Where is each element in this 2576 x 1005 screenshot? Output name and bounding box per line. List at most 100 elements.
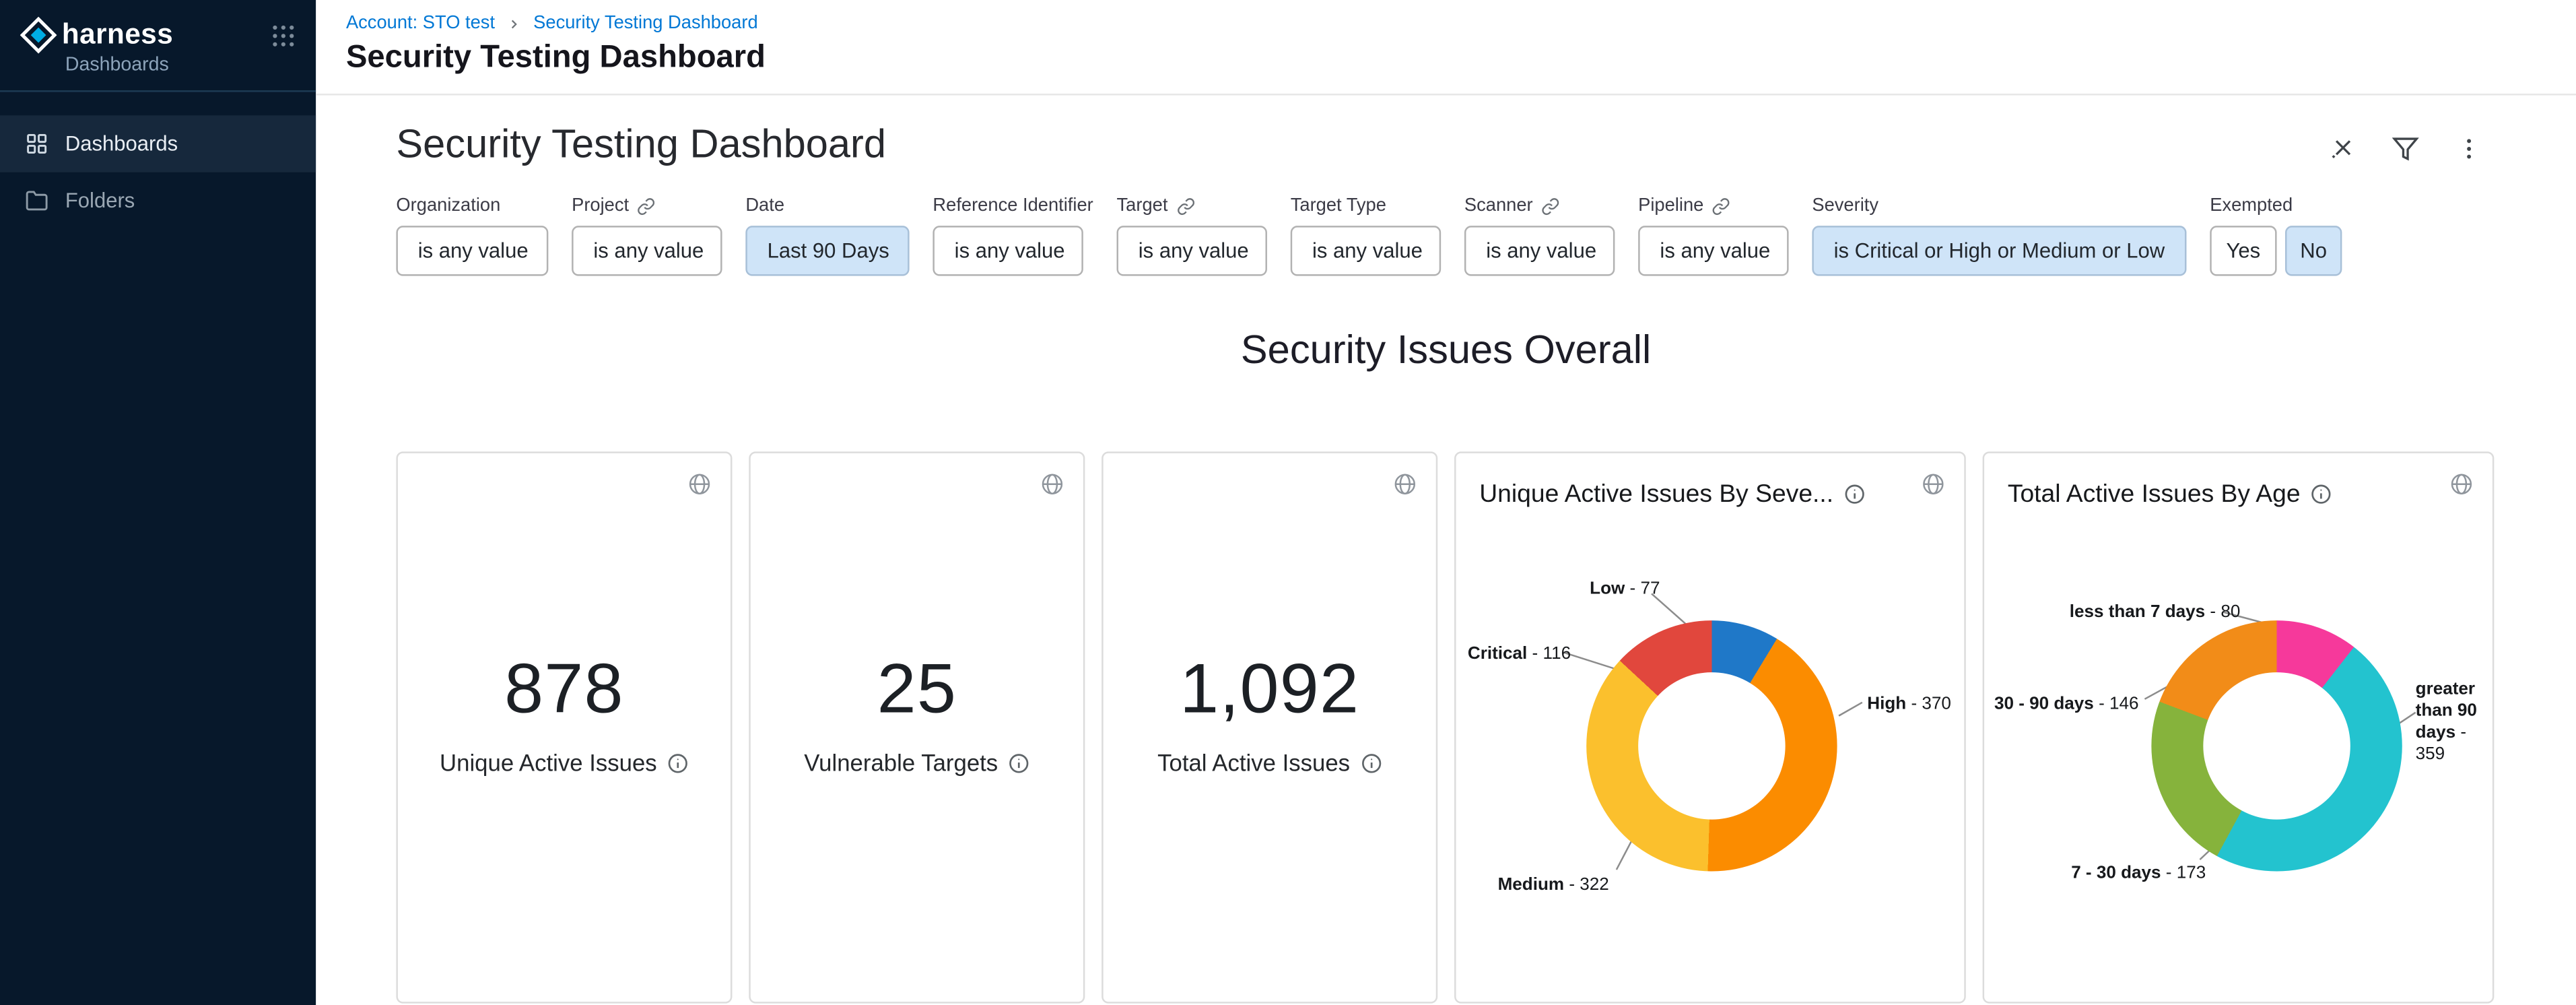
link-icon xyxy=(1176,197,1194,215)
globe-icon xyxy=(1392,472,1417,496)
product-name: Dashboards xyxy=(65,55,296,75)
sidebar-item-folders[interactable]: Folders xyxy=(0,172,316,229)
filter-label: Target xyxy=(1117,195,1267,216)
more-options-icon[interactable] xyxy=(2455,135,2482,162)
tile-value: 878 xyxy=(504,649,624,729)
severity-donut-area: Low - 77 Critical - 116 High - 370 Mediu… xyxy=(1456,512,1965,960)
chart-title: Total Active Issues By Age xyxy=(2008,480,2301,509)
page-title: Security Testing Dashboard xyxy=(346,40,2576,77)
link-icon xyxy=(638,197,656,215)
info-icon[interactable] xyxy=(667,752,689,773)
globe-icon xyxy=(687,472,712,496)
segment-label-greater-than-90: greater than 90 days - 359 xyxy=(2416,679,2496,766)
filter-reference-identifier: Reference Identifier is any value xyxy=(933,195,1093,275)
filter-organization: Organization is any value xyxy=(396,195,548,275)
age-donut-chart[interactable] xyxy=(2151,620,2402,871)
brand-name: harness xyxy=(62,18,173,52)
tile-value: 1,092 xyxy=(1180,649,1359,729)
filter-icon[interactable] xyxy=(2392,135,2419,162)
filter-pipeline: Pipeline is any value xyxy=(1638,195,1788,275)
dashboard-actions xyxy=(2329,135,2482,162)
breadcrumb-account-link[interactable]: Account: STO test xyxy=(346,13,495,34)
globe-icon xyxy=(1040,472,1064,496)
tile-title: Total Active Issues xyxy=(1157,749,1350,776)
filter-reference-identifier-value[interactable]: is any value xyxy=(933,226,1083,275)
dashboards-grid-icon xyxy=(25,132,48,156)
chevron-right-icon xyxy=(506,16,521,31)
sidebar-item-label: Folders xyxy=(65,189,135,213)
segment-label-30-90: 30 - 90 days - 146 xyxy=(1994,694,2139,715)
filter-label: Organization xyxy=(396,195,548,216)
tile-total-issues-by-age: Total Active Issues By Age less than 7 d… xyxy=(1983,451,2495,1003)
filter-project: Project is any value xyxy=(572,195,722,275)
filter-target-value[interactable]: is any value xyxy=(1117,226,1267,275)
info-icon[interactable] xyxy=(1360,752,1382,773)
segment-label-high: High - 370 xyxy=(1867,694,1951,715)
sidebar-item-label: Dashboards xyxy=(65,132,178,156)
tile-value: 25 xyxy=(877,649,957,729)
donut-hole xyxy=(2203,672,2350,819)
filter-label: Target Type xyxy=(1291,195,1441,216)
module-grid-icon[interactable] xyxy=(271,23,296,48)
tiles-row: 878 Unique Active Issues 25 Vulnerable T… xyxy=(316,375,2576,1004)
filter-label: Reference Identifier xyxy=(933,195,1093,216)
tile-title: Vulnerable Targets xyxy=(804,749,998,776)
filter-exempted-no[interactable]: No xyxy=(2285,226,2342,275)
app-window: harness Dashboards xyxy=(0,0,2576,1005)
globe-icon xyxy=(1921,472,1946,496)
breadcrumb-dashboard-link[interactable]: Security Testing Dashboard xyxy=(533,13,758,34)
segment-label-less-than-7: less than 7 days - 80 xyxy=(2070,602,2241,624)
tile-title: Unique Active Issues xyxy=(440,749,657,776)
filter-label: Scanner xyxy=(1464,195,1615,216)
filter-label: Exempted xyxy=(2210,195,2342,216)
filter-organization-value[interactable]: is any value xyxy=(396,226,548,275)
filter-project-value[interactable]: is any value xyxy=(572,226,722,275)
tile-unique-issues-by-severity: Unique Active Issues By Seve... Low - 77… xyxy=(1454,451,1966,1003)
link-icon xyxy=(1541,197,1559,215)
filter-label: Project xyxy=(572,195,722,216)
breadcrumb: Account: STO test Security Testing Dashb… xyxy=(346,13,2576,34)
dashboard-content: Security Testing Dashboard xyxy=(316,96,2576,1004)
sidebar-nav: Dashboards Folders xyxy=(0,115,316,229)
dashboard-title: Security Testing Dashboard xyxy=(396,122,886,169)
tile-total-active-issues: 1,092 Total Active Issues xyxy=(1101,451,1437,1003)
filter-label: Date xyxy=(745,195,909,216)
filter-scanner-value[interactable]: is any value xyxy=(1464,226,1615,275)
severity-donut-chart[interactable] xyxy=(1586,620,1837,871)
sidebar-item-dashboards[interactable]: Dashboards xyxy=(0,115,316,172)
donut-hole xyxy=(1638,672,1785,819)
age-donut-area: less than 7 days - 80 30 - 90 days - 146… xyxy=(1984,512,2493,960)
top-header: Account: STO test Security Testing Dashb… xyxy=(316,0,2576,96)
section-title: Security Issues Overall xyxy=(316,326,2576,375)
filter-exempted: Exempted Yes No xyxy=(2210,195,2342,275)
info-icon[interactable] xyxy=(1008,752,1029,773)
info-icon[interactable] xyxy=(1843,484,1865,505)
segment-label-low: Low - 77 xyxy=(1590,579,1660,600)
segment-label-critical: Critical - 116 xyxy=(1468,644,1571,666)
folder-icon xyxy=(25,189,48,213)
sidebar: harness Dashboards xyxy=(0,0,316,1005)
filter-scanner: Scanner is any value xyxy=(1464,195,1615,275)
close-icon[interactable] xyxy=(2329,135,2356,162)
filter-label: Severity xyxy=(1812,195,2186,216)
filter-target-type: Target Type is any value xyxy=(1291,195,1441,275)
filter-label: Pipeline xyxy=(1638,195,1788,216)
filter-pipeline-value[interactable]: is any value xyxy=(1638,226,1788,275)
sidebar-header: harness Dashboards xyxy=(0,0,316,92)
tile-unique-active-issues: 878 Unique Active Issues xyxy=(396,451,732,1003)
filter-severity-value[interactable]: is Critical or High or Medium or Low xyxy=(1812,226,2186,275)
info-icon[interactable] xyxy=(2310,484,2332,505)
main-area: Account: STO test Security Testing Dashb… xyxy=(316,0,2576,1005)
globe-icon xyxy=(2449,472,2474,496)
filter-date-value[interactable]: Last 90 Days xyxy=(745,226,909,275)
filter-target-type-value[interactable]: is any value xyxy=(1291,226,1441,275)
filter-severity: Severity is Critical or High or Medium o… xyxy=(1812,195,2186,275)
filter-target: Target is any value xyxy=(1117,195,1267,275)
tile-vulnerable-targets: 25 Vulnerable Targets xyxy=(749,451,1085,1003)
segment-label-7-30: 7 - 30 days - 173 xyxy=(2071,863,2206,884)
link-icon xyxy=(1712,197,1730,215)
harness-logo-icon[interactable] xyxy=(20,17,57,54)
chart-title: Unique Active Issues By Seve... xyxy=(1479,480,1833,509)
filter-exempted-yes[interactable]: Yes xyxy=(2210,226,2276,275)
segment-label-medium: Medium - 322 xyxy=(1498,875,1609,897)
